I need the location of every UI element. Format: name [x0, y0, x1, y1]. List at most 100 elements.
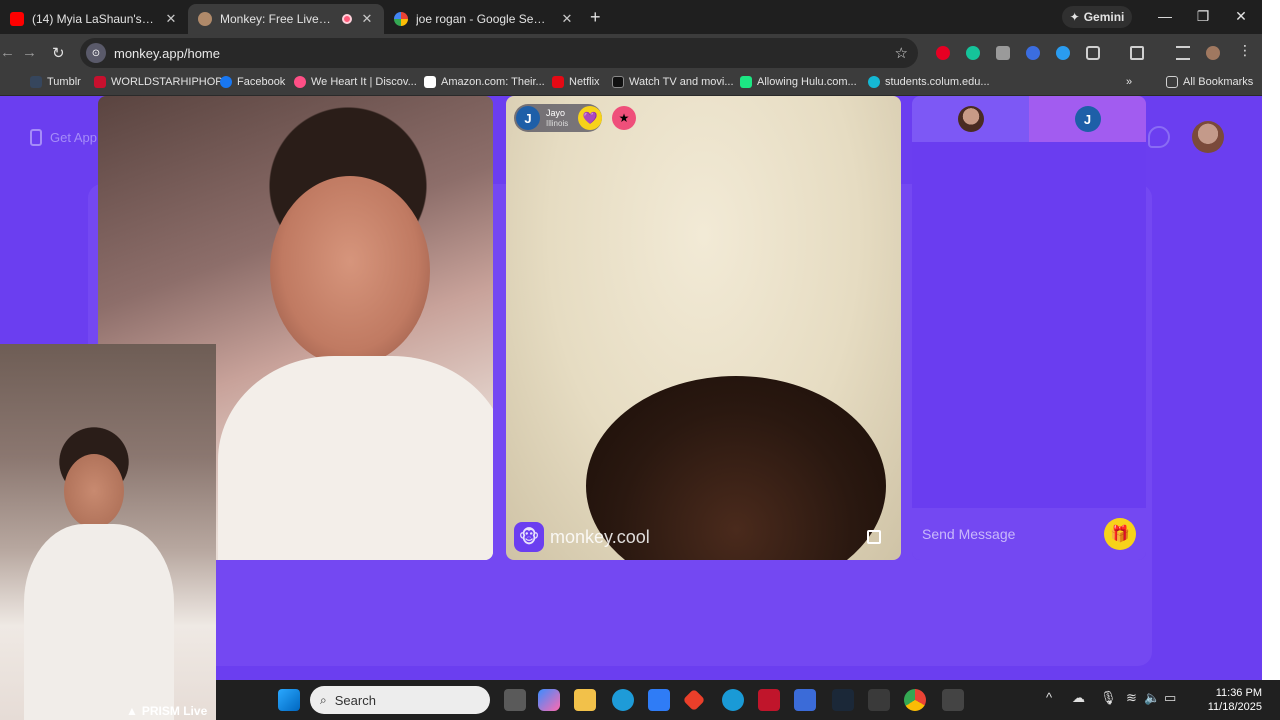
site-info-icon[interactable]: ⊙ — [86, 43, 106, 63]
forward-button[interactable]: → — [22, 44, 37, 61]
mcafee-icon[interactable] — [758, 689, 780, 711]
steam-icon[interactable] — [832, 689, 854, 711]
minimize-button[interactable]: — — [1156, 8, 1174, 24]
mail-icon[interactable] — [794, 689, 816, 711]
new-tab-button[interactable]: + — [590, 7, 601, 28]
bookmark-hulu[interactable]: Allowing Hulu.com... — [740, 76, 857, 88]
close-tab-icon[interactable]: ✕ — [164, 11, 178, 27]
watermark: 🐵 monkey.cool — [514, 522, 650, 552]
partner-video: J Jayo Illinois 💜 ★ 🐵 monkey.cool — [506, 96, 901, 560]
gift-icon[interactable]: 🎁 — [1104, 518, 1136, 550]
tab-youtube-live[interactable]: (14) Myia LaShaun's Live broadc ✕ — [0, 4, 188, 34]
restore-button[interactable]: ❐ — [1194, 8, 1212, 25]
bookmark-netflix[interactable]: Netflix — [552, 76, 600, 88]
extensions-puzzle-icon[interactable] — [1086, 46, 1100, 60]
chat-bubble-icon[interactable] — [1148, 126, 1170, 148]
bookmark-label: Allowing Hulu.com... — [757, 76, 857, 88]
heart-icon — [294, 76, 306, 88]
bookmark-star-icon[interactable]: ☆ — [895, 44, 908, 62]
partner-chat-avatar: J — [1074, 106, 1101, 132]
bookmark-weheartit[interactable]: We Heart It | Discov... — [294, 76, 417, 88]
search-icon: ⌕ — [320, 692, 327, 707]
bookmark-label: students.colum.edu... — [885, 76, 990, 88]
heart-badge-icon[interactable]: 💜 — [578, 106, 602, 130]
browser-tab-strip: (14) Myia LaShaun's Live broadc ✕ Monkey… — [0, 0, 1262, 34]
gemini-label: Gemini — [1083, 10, 1125, 24]
gemini-button[interactable]: ✦ Gemini — [1062, 6, 1132, 28]
h-icon — [612, 76, 624, 88]
edge-icon[interactable] — [612, 689, 634, 711]
profile-avatar[interactable] — [1206, 46, 1220, 60]
bookmark-label: Netflix — [569, 76, 600, 88]
bookmark-facebook[interactable]: Facebook — [220, 76, 285, 88]
app-icon[interactable] — [682, 688, 706, 712]
google-icon — [394, 12, 408, 26]
shirt-shape — [218, 356, 493, 560]
report-icon[interactable] — [867, 530, 881, 544]
address-bar[interactable]: ⊙ monkey.app/home ☆ — [80, 38, 918, 68]
get-app-label: Get App — [50, 129, 97, 145]
bookmark-students-colum[interactable]: students.colum.edu... — [868, 76, 990, 88]
facebook-icon — [220, 76, 232, 88]
monkey-icon — [198, 12, 212, 26]
cloud-icon[interactable]: ☁ — [1072, 690, 1085, 706]
face-shape — [64, 454, 124, 528]
message-input[interactable]: Send Message 🎁 — [912, 508, 1146, 560]
close-tab-icon[interactable]: ✕ — [360, 11, 374, 27]
volume-icon[interactable]: 🔈 — [1144, 690, 1160, 706]
reload-button[interactable]: ↻ — [52, 44, 65, 62]
tumblr-icon — [30, 76, 42, 88]
app-icon[interactable] — [868, 689, 890, 711]
more-bookmarks-button[interactable]: » — [1126, 76, 1132, 88]
chevron-right-icon: » — [1126, 76, 1133, 88]
close-window-button[interactable]: ✕ — [1232, 8, 1250, 25]
camera-icon[interactable] — [942, 689, 964, 711]
prism-live-text: PRISM Live — [141, 704, 208, 718]
bookmark-tumblr[interactable]: Tumblr — [30, 76, 81, 88]
media-controls-icon[interactable] — [1176, 46, 1190, 60]
file-explorer-icon[interactable] — [574, 689, 596, 711]
sparkle-icon: ✦ — [1069, 10, 1080, 24]
wifi-icon[interactable]: ≋ — [1126, 690, 1137, 706]
tab-monkey[interactable]: Monkey: Free Live Video Ch ✕ — [188, 4, 384, 34]
edge-strip — [1262, 0, 1280, 680]
bookmark-worldstar[interactable]: WORLDSTARHIPHOP — [94, 76, 223, 88]
avatar[interactable] — [1192, 121, 1224, 153]
pinterest-extension-icon[interactable] — [936, 46, 950, 60]
taskbar-search[interactable]: ⌕ Search — [310, 686, 490, 714]
close-tab-icon[interactable]: ✕ — [560, 11, 574, 27]
back-button[interactable]: ← — [0, 44, 15, 61]
battery-icon[interactable]: ▭ — [1164, 690, 1176, 706]
menu-kebab-icon[interactable]: ⋮ — [1238, 42, 1252, 58]
bookmark-amazon[interactable]: Amazon.com: Their... — [424, 76, 545, 88]
taskbar-clock[interactable]: 11:36 PM 11/18/2025 — [1208, 686, 1262, 714]
partner-tab[interactable]: J — [1029, 96, 1146, 142]
microphone-icon[interactable]: 🎙 — [1100, 690, 1117, 706]
self-tab[interactable] — [912, 96, 1029, 142]
all-bookmarks-label: All Bookmarks — [1183, 76, 1254, 88]
tab-search-icon[interactable] — [1130, 46, 1144, 60]
bookmark-watch-tv[interactable]: Watch TV and movi... — [612, 76, 734, 88]
copilot-icon[interactable] — [538, 689, 560, 711]
grammarly-extension-icon[interactable] — [966, 46, 980, 60]
extension-icon[interactable] — [1026, 46, 1040, 60]
self-avatar — [957, 106, 984, 132]
store-icon[interactable] — [648, 689, 670, 711]
start-icon[interactable] — [278, 689, 300, 711]
tab-title: joe rogan - Google Search — [416, 12, 552, 26]
task-view-icon[interactable] — [504, 689, 526, 711]
extension-icon[interactable] — [996, 46, 1010, 60]
chevron-up-icon[interactable]: ^ — [1046, 690, 1052, 705]
url-text: monkey.app/home — [114, 45, 220, 61]
partner-name-block: Jayo Illinois — [546, 108, 568, 129]
bookmark-label: Watch TV and movi... — [629, 76, 734, 88]
monkey-logo-icon: 🐵 — [514, 522, 544, 552]
all-bookmarks-button[interactable]: All Bookmarks — [1166, 76, 1253, 88]
reward-badge-icon[interactable]: ★ — [612, 106, 636, 130]
app-icon[interactable] — [722, 689, 744, 711]
webcam-overlay — [0, 344, 216, 720]
chrome-icon[interactable] — [904, 689, 926, 711]
extension-icon[interactable] — [1056, 46, 1070, 60]
prism-live-label: ▲ PRISM Live — [126, 704, 207, 718]
tab-google-search[interactable]: joe rogan - Google Search ✕ — [384, 4, 584, 34]
